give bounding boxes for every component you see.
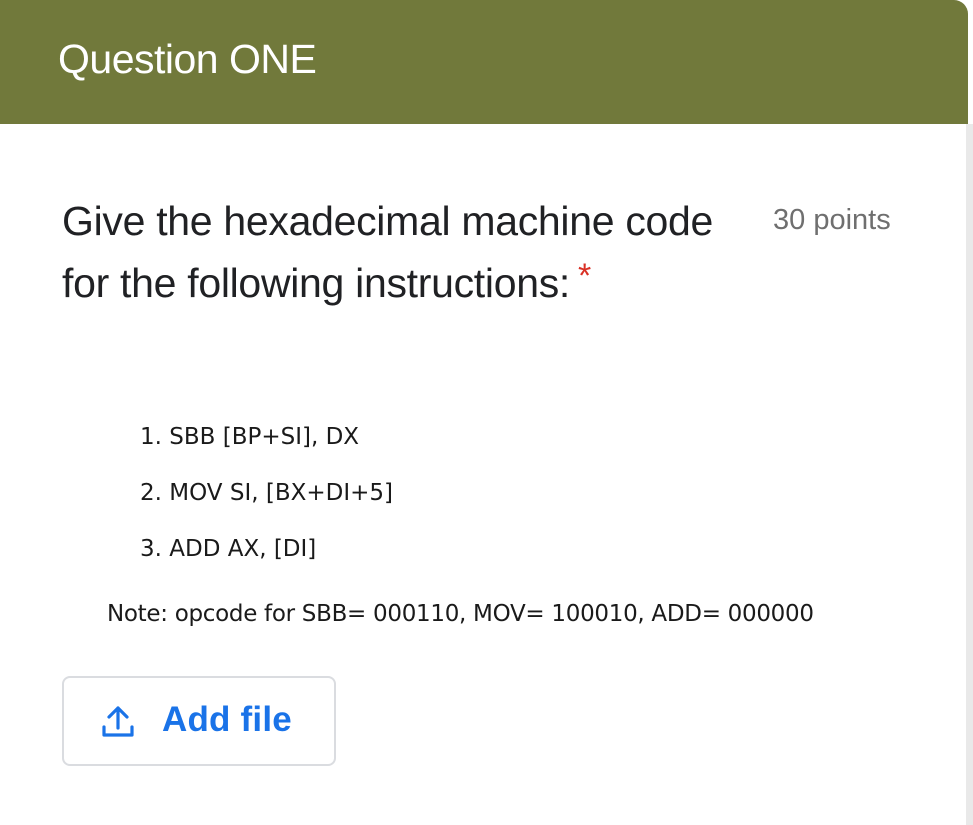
points-label: 30 points: [773, 204, 891, 236]
list-item: 3. ADD AX, [DI]: [140, 536, 317, 562]
question-text: Give the hexadecimal machine code for th…: [62, 198, 714, 306]
required-asterisk: *: [578, 257, 591, 295]
section-title: Question ONE: [58, 36, 317, 82]
list-item: 2. MOV SI, [BX+DI+5]: [140, 480, 393, 506]
opcode-note: Note: opcode for SBB= 000110, MOV= 10001…: [107, 601, 814, 627]
section-header: Question ONE: [0, 0, 968, 124]
add-file-label: Add file: [162, 700, 292, 739]
upload-icon: [102, 706, 134, 737]
question-title: Give the hexadecimal machine code for th…: [62, 190, 762, 317]
add-file-button[interactable]: Add file: [62, 676, 336, 766]
instruction-list: 1. SBB [BP+SI], DX 2. MOV SI, [BX+DI+5] …: [140, 418, 393, 586]
list-item: 1. SBB [BP+SI], DX: [140, 424, 360, 450]
scroll-edge: [966, 124, 973, 825]
